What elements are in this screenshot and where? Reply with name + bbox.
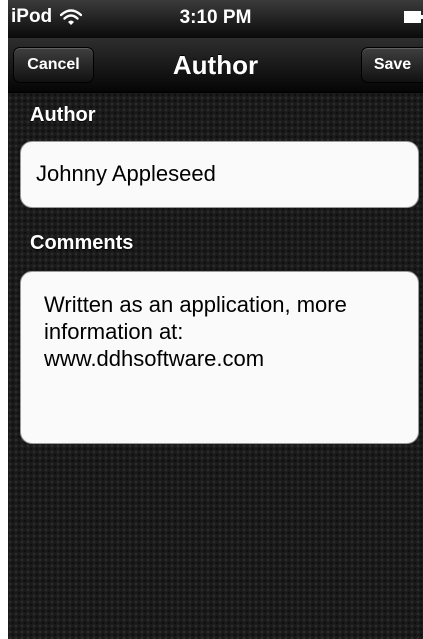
navigation-bar: Cancel Author Save — [8, 38, 423, 93]
author-section-label: Author — [30, 104, 96, 126]
save-button[interactable]: Save — [361, 47, 423, 83]
status-bar: iPod 3:10 PM — [8, 0, 423, 38]
comments-line-1: Written as an application, more — [44, 292, 347, 317]
author-field[interactable]: Johnny Appleseed — [20, 141, 419, 208]
comments-section-label: Comments — [30, 232, 134, 254]
comments-line-2: information at: — [44, 319, 184, 344]
app-screen: iPod 3:10 PM Cancel Author Save Author J… — [8, 0, 423, 639]
battery-full-icon — [404, 11, 423, 23]
status-time: 3:10 PM — [179, 7, 252, 28]
author-field-value: Johnny Appleseed — [36, 161, 216, 186]
comments-line-3: www.ddhsoftware.com — [44, 346, 265, 371]
comments-field[interactable]: Written as an application, more informat… — [20, 271, 419, 444]
